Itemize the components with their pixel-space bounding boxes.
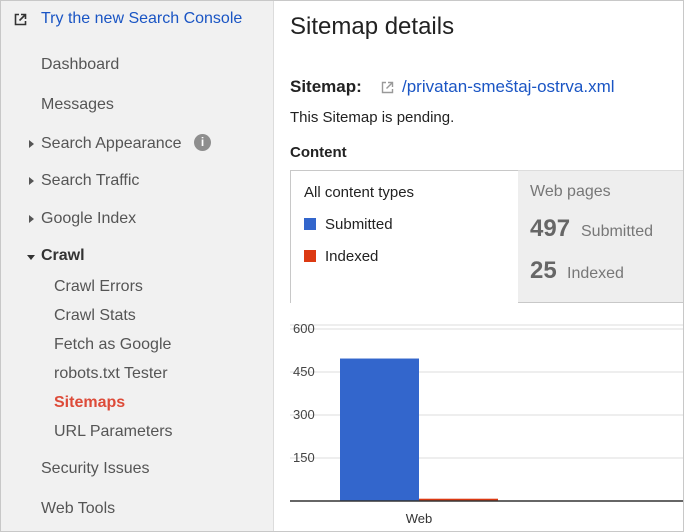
indexed-legend-label: Indexed	[325, 248, 379, 265]
page-title: Sitemap details	[290, 13, 455, 40]
y-tick-label: 450	[293, 364, 315, 379]
sidebar-item-security-issues[interactable]: Security Issues	[41, 460, 149, 478]
y-tick-label: 150	[293, 450, 315, 465]
sidebar-item-web-tools[interactable]: Web Tools	[41, 500, 115, 518]
expand-arrow-icon[interactable]	[29, 177, 34, 185]
tab-all-content-types[interactable]: All content types Submitted Indexed	[290, 170, 519, 303]
indexed-legend-swatch	[304, 250, 316, 262]
sidebar-item-crawl-errors[interactable]: Crawl Errors	[54, 278, 143, 296]
y-tick-label: 300	[293, 407, 315, 422]
sidebar: Try the new Search Console Dashboard Mes…	[1, 1, 274, 531]
sidebar-item-url-parameters[interactable]: URL Parameters	[54, 423, 173, 441]
sidebar-item-crawl-stats[interactable]: Crawl Stats	[54, 307, 136, 325]
sidebar-item-crawl[interactable]: Crawl	[41, 247, 85, 265]
web-pages-label: Web pages	[530, 183, 611, 200]
sidebar-item-google-index[interactable]: Google Index	[41, 210, 136, 228]
main-content: Sitemap details Sitemap: /privatan-smešt…	[274, 1, 683, 531]
indexed-count: 25	[530, 257, 557, 284]
sidebar-item-messages[interactable]: Messages	[41, 96, 114, 114]
try-new-search-console-link[interactable]: Try the new Search Console	[41, 10, 242, 28]
submitted-count-label: Submitted	[581, 223, 654, 240]
window-frame: Try the new Search Console Dashboard Mes…	[0, 0, 684, 532]
submitted-legend-swatch	[304, 218, 316, 230]
sidebar-item-robots-txt-tester[interactable]: robots.txt Tester	[54, 365, 168, 383]
bar-submitted	[340, 358, 419, 501]
content-heading: Content	[290, 144, 347, 161]
sitemap-label: Sitemap:	[290, 77, 362, 96]
info-icon[interactable]: i	[194, 134, 211, 151]
y-tick-label: 600	[293, 321, 315, 336]
external-link-icon[interactable]	[381, 81, 394, 94]
expand-arrow-icon[interactable]	[29, 215, 34, 223]
x-category-label: Web	[406, 511, 433, 526]
external-link-icon	[14, 13, 27, 26]
all-content-types-label: All content types	[304, 184, 415, 201]
sidebar-item-fetch-as-google[interactable]: Fetch as Google	[54, 336, 171, 354]
sitemap-bar-chart: 600 450 300 150 Web	[290, 321, 683, 526]
submitted-legend-label: Submitted	[325, 216, 393, 233]
indexed-count-label: Indexed	[567, 265, 624, 282]
tab-web-pages[interactable]: Web pages 497 Submitted 25 Indexed	[518, 170, 683, 303]
sitemap-url-link[interactable]: /privatan-smeštaj-ostrva.xml	[402, 77, 615, 97]
collapse-arrow-icon[interactable]	[27, 255, 35, 260]
sidebar-item-sitemaps[interactable]: Sitemaps	[54, 394, 125, 412]
sidebar-item-search-appearance[interactable]: Search Appearance	[41, 135, 182, 153]
submitted-count: 497	[530, 215, 571, 242]
sitemap-status-text: This Sitemap is pending.	[290, 109, 455, 126]
sidebar-item-dashboard[interactable]: Dashboard	[41, 56, 119, 74]
expand-arrow-icon[interactable]	[29, 140, 34, 148]
sidebar-item-search-traffic[interactable]: Search Traffic	[41, 172, 139, 190]
